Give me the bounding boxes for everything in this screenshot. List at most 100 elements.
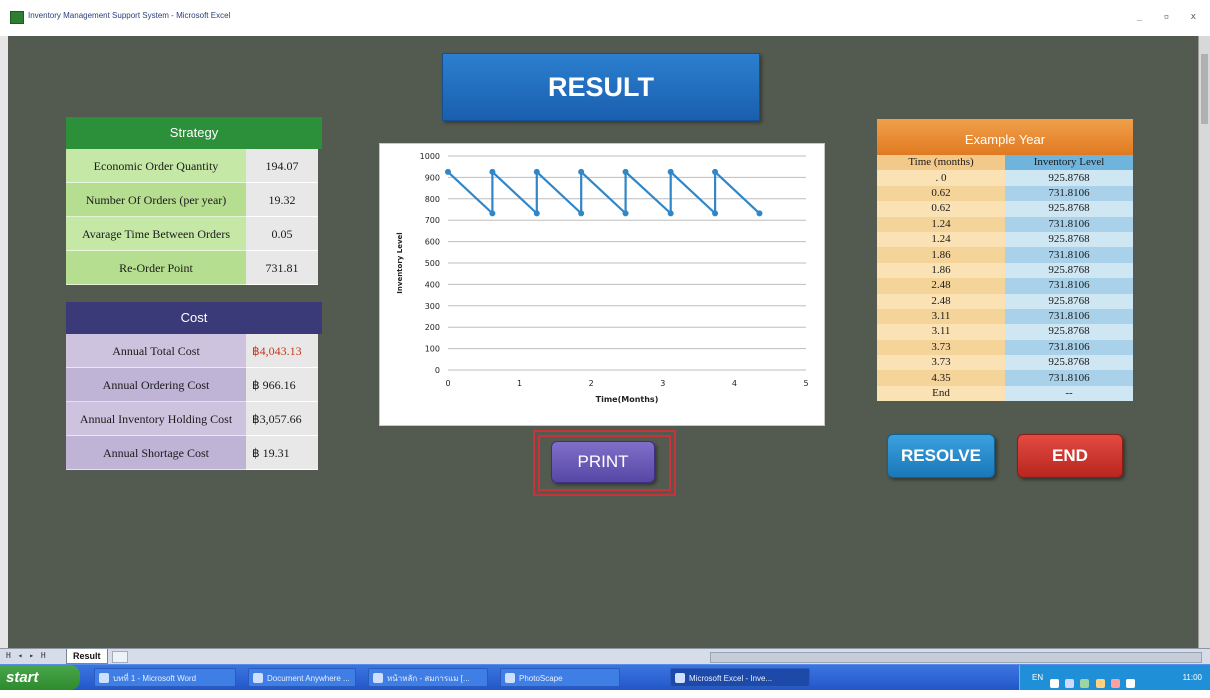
cost-label: Annual Inventory Holding Cost bbox=[66, 402, 246, 436]
tray-icons bbox=[1050, 673, 1180, 688]
language-indicator[interactable]: EN bbox=[1032, 665, 1043, 690]
end-button[interactable]: END bbox=[1017, 434, 1123, 478]
strategy-value: 19.32 bbox=[246, 183, 318, 217]
time-cell: 1.86 bbox=[877, 247, 1005, 263]
sheet-tab-result[interactable]: Result bbox=[66, 649, 108, 664]
y-tick-label: 200 bbox=[425, 323, 440, 332]
system-tray: EN 11:00 bbox=[1019, 665, 1210, 690]
time-cell: . 0 bbox=[877, 170, 1005, 186]
cost-label: Annual Total Cost bbox=[66, 334, 246, 368]
y-tick-label: 700 bbox=[425, 216, 440, 225]
time-cell: 1.24 bbox=[877, 216, 1005, 232]
vertical-scrollbar[interactable] bbox=[1198, 36, 1210, 648]
cost-panel: Cost Annual Total Cost ฿4,043.13 Annual … bbox=[66, 302, 322, 470]
browser-icon bbox=[373, 673, 383, 683]
scroll-thumb[interactable] bbox=[1201, 54, 1208, 124]
taskbar-item[interactable]: PhotoScape bbox=[500, 668, 620, 687]
time-cell: End bbox=[877, 385, 1005, 402]
cost-label: Annual Ordering Cost bbox=[66, 368, 246, 402]
strategy-value: 194.07 bbox=[246, 149, 318, 183]
data-point bbox=[712, 210, 719, 217]
example-year-panel: Example Year Time (months) Inventory Lev… bbox=[877, 119, 1133, 402]
print-button[interactable]: PRINT bbox=[551, 441, 655, 483]
data-point bbox=[667, 168, 674, 175]
inventory-cell: 925.8768 bbox=[1005, 324, 1133, 340]
start-button[interactable]: start bbox=[0, 665, 80, 690]
inventory-cell: 731.8106 bbox=[1005, 308, 1133, 325]
time-cell: 2.48 bbox=[877, 293, 1005, 309]
table-header-row: Time (months) Inventory Level bbox=[877, 155, 1133, 171]
strategy-panel: Strategy Economic Order Quantity 194.07 … bbox=[66, 117, 322, 285]
cost-value: ฿ 19.31 bbox=[246, 436, 318, 470]
document-icon bbox=[253, 673, 263, 683]
strategy-label: Economic Order Quantity bbox=[66, 149, 246, 183]
window-title: Inventory Management Support System - Mi… bbox=[28, 11, 231, 20]
tray-icon[interactable] bbox=[1065, 679, 1075, 688]
sheet-tab-bar: H ◂ ▸ H Result bbox=[0, 648, 1210, 664]
inventory-cell: -- bbox=[1005, 385, 1133, 402]
result-title: RESULT bbox=[442, 53, 760, 121]
taskbar-item[interactable]: บทที่ 1 - Microsoft Word bbox=[94, 668, 236, 687]
insert-sheet-icon[interactable] bbox=[112, 651, 128, 663]
taskbar-item-label: บทที่ 1 - Microsoft Word bbox=[113, 674, 197, 683]
y-axis-label: Inventory Level bbox=[396, 232, 404, 293]
data-point bbox=[489, 210, 496, 217]
time-cell: 4.35 bbox=[877, 370, 1005, 386]
inventory-cell: 925.8768 bbox=[1005, 231, 1133, 248]
x-tick-label: 4 bbox=[732, 379, 737, 388]
tray-icon[interactable] bbox=[1080, 679, 1090, 688]
taskbar-item[interactable]: หน้าหลัก - สมการแม [... bbox=[368, 668, 488, 687]
time-cell: 2.48 bbox=[877, 278, 1005, 294]
horizontal-scrollbar[interactable] bbox=[710, 652, 1202, 663]
table-row: 2.48 731.8106 bbox=[877, 278, 1133, 294]
taskbar-item[interactable]: Document Anywhere ... bbox=[248, 668, 356, 687]
taskbar-item-label: PhotoScape bbox=[519, 674, 563, 683]
x-tick-label: 3 bbox=[660, 379, 665, 388]
x-axis-label: Time(Months) bbox=[596, 395, 659, 404]
tray-icon[interactable] bbox=[1126, 679, 1136, 688]
excel-icon bbox=[675, 673, 685, 683]
data-point bbox=[667, 210, 674, 217]
y-tick-label: 1000 bbox=[420, 152, 440, 161]
clock: 11:00 bbox=[1182, 673, 1202, 682]
inventory-cell: 925.8768 bbox=[1005, 170, 1133, 186]
inventory-cell: 925.8768 bbox=[1005, 262, 1133, 279]
taskbar-item-label: Document Anywhere ... bbox=[267, 674, 350, 683]
cost-row: Annual Inventory Holding Cost ฿3,057.66 bbox=[66, 402, 322, 436]
tray-icon[interactable] bbox=[1095, 679, 1105, 688]
strategy-label: Avarage Time Between Orders bbox=[66, 217, 246, 251]
data-point bbox=[578, 168, 585, 175]
table-row: 3.11 925.8768 bbox=[877, 324, 1133, 340]
cost-row: Annual Shortage Cost ฿ 19.31 bbox=[66, 436, 322, 470]
data-point bbox=[489, 168, 496, 175]
data-point bbox=[578, 210, 585, 217]
inventory-cell: 925.8768 bbox=[1005, 293, 1133, 309]
time-cell: 3.11 bbox=[877, 308, 1005, 325]
sheet-nav-arrows[interactable]: H ◂ ▸ H bbox=[6, 651, 47, 660]
inventory-cell: 731.8106 bbox=[1005, 278, 1133, 294]
series-line bbox=[447, 169, 761, 216]
resolve-button[interactable]: RESOLVE bbox=[887, 434, 995, 478]
example-year-table: Time (months) Inventory Level . 0 925.876… bbox=[877, 155, 1133, 402]
y-tick-label: 900 bbox=[425, 173, 440, 182]
inventory-cell: 925.8768 bbox=[1005, 355, 1133, 371]
tray-icon[interactable] bbox=[1110, 679, 1120, 688]
taskbar-item-label: Microsoft Excel - Inve... bbox=[689, 674, 773, 683]
strategy-value: 731.81 bbox=[246, 251, 318, 285]
time-cell: 0.62 bbox=[877, 201, 1005, 217]
y-tick-label: 0 bbox=[435, 366, 440, 375]
table-row: 1.24 925.8768 bbox=[877, 231, 1133, 248]
window-titlebar: Inventory Management Support System - Mi… bbox=[0, 0, 1210, 36]
time-cell: 1.86 bbox=[877, 262, 1005, 279]
data-point bbox=[445, 168, 451, 175]
cost-value: ฿4,043.13 bbox=[246, 334, 318, 368]
example-year-header: Example Year bbox=[877, 119, 1133, 155]
tray-icon[interactable] bbox=[1050, 679, 1059, 688]
table-row: . 0 925.8768 bbox=[877, 170, 1133, 186]
strategy-label: Re-Order Point bbox=[66, 251, 246, 285]
taskbar-item-active[interactable]: Microsoft Excel - Inve... bbox=[670, 668, 810, 687]
x-tick-label: 2 bbox=[589, 379, 594, 388]
time-cell: 3.73 bbox=[877, 355, 1005, 371]
window-controls[interactable]: _ ▫ x bbox=[1137, 12, 1204, 22]
table-row: 1.86 925.8768 bbox=[877, 262, 1133, 279]
